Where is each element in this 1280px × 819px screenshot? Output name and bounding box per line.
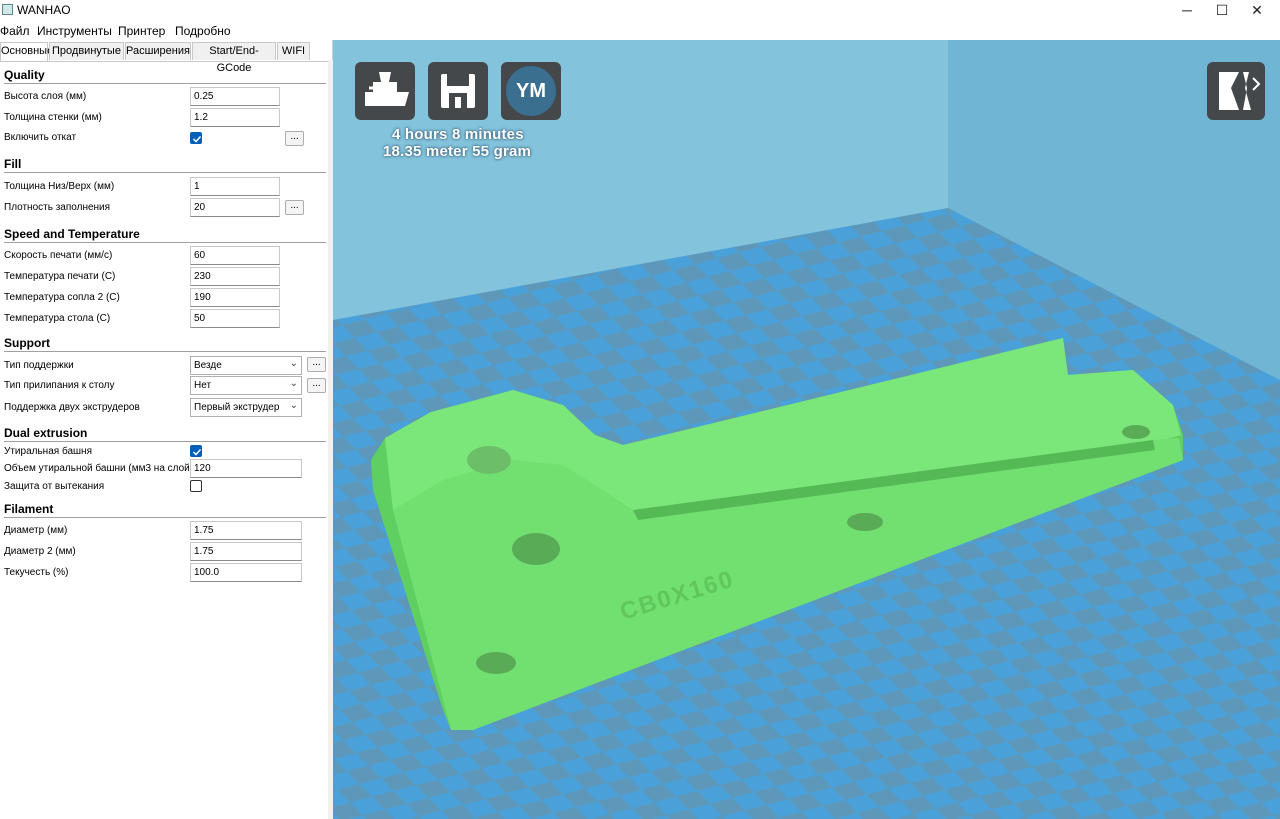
section-divider (4, 83, 326, 84)
section-quality-title: Quality (4, 68, 45, 82)
retraction-checkbox[interactable] (190, 132, 202, 144)
chevron-down-icon: ⌄ (289, 378, 298, 389)
ooze-checkbox[interactable] (190, 480, 202, 492)
bed-temp-field[interactable]: 50 (190, 309, 280, 328)
dual-support-label: Поддержка двух экструдеров (4, 402, 140, 413)
support-settings-button[interactable]: ... (307, 357, 326, 372)
bottom-top-field[interactable]: 1 (190, 177, 280, 196)
youmagine-label: YM (516, 80, 546, 102)
tab-divider (0, 61, 328, 62)
section-fill-title: Fill (4, 157, 22, 171)
save-gcode-button[interactable] (428, 62, 488, 120)
menu-tools[interactable]: Инструменты (37, 24, 112, 38)
adhesion-select[interactable]: Нет ⌄ (190, 376, 302, 395)
mount-hole (467, 446, 511, 474)
retraction-label: Включить откат (4, 132, 77, 143)
ooze-label: Защита от вытекания (4, 481, 105, 492)
menu-printer[interactable]: Принтер (118, 24, 165, 38)
screw-hole (1122, 425, 1150, 439)
view-mode-icon (1219, 72, 1261, 110)
fill-density-field[interactable]: 20 (190, 198, 280, 217)
diameter-field[interactable]: 1.75 (190, 521, 302, 540)
print-temp-label: Температура печати (С) (4, 271, 116, 282)
nozzle2-temp-label: Температура сопла 2 (С) (4, 292, 120, 303)
print-material-text: 18.35 meter 55 gram (383, 143, 532, 160)
nozzle2-temp-field[interactable]: 190 (190, 288, 280, 307)
section-support-title: Support (4, 336, 50, 350)
print-time-text: 4 hours 8 minutes (392, 126, 524, 143)
section-divider (4, 517, 326, 518)
section-dual-title: Dual extrusion (4, 426, 88, 440)
save-icon (441, 74, 475, 108)
wall-thickness-field[interactable]: 1.2 (190, 108, 280, 127)
layer-height-label: Высота слоя (мм) (4, 91, 87, 102)
section-divider (4, 242, 326, 243)
close-button[interactable]: ✕ (1234, 0, 1280, 22)
mount-hole (512, 533, 560, 565)
section-divider (4, 172, 326, 173)
menu-expert[interactable]: Подробно (175, 24, 231, 38)
section-divider (4, 351, 326, 352)
flow-field[interactable]: 100.0 (190, 563, 302, 582)
load-icon (365, 72, 409, 106)
chevron-down-icon: ⌄ (289, 358, 298, 369)
adhesion-settings-button[interactable]: ... (307, 378, 326, 393)
bed-temp-label: Температура стола (С) (4, 313, 111, 324)
menu-bar: Файл Инструменты Принтер Подробно (0, 22, 1280, 41)
title-bar: WANHAO ─ ☐ ✕ (0, 0, 1280, 22)
diameter2-field[interactable]: 1.75 (190, 542, 302, 561)
menu-file[interactable]: Файл (0, 24, 30, 38)
print-speed-field[interactable]: 60 (190, 246, 280, 265)
screw-hole (847, 513, 883, 531)
support-type-label: Тип поддержки (4, 360, 74, 371)
bottom-top-label: Толщина Низ/Верх (мм) (4, 181, 115, 192)
tab-gcode[interactable]: Start/End-GCode (192, 42, 276, 74)
youmagine-button[interactable]: YM (501, 62, 561, 120)
diameter-label: Диаметр (мм) (4, 525, 68, 536)
adhesion-value: Нет (194, 380, 212, 391)
settings-panel: Основные Продвинутые Расширения Start/En… (0, 40, 333, 819)
3d-viewport[interactable]: CB0X160 YM 4 hours 8 minutes 18.35 meter… (333, 40, 1280, 819)
tower-volume-field[interactable]: 120 (190, 459, 302, 478)
wipe-tower-checkbox[interactable] (190, 445, 202, 457)
dual-support-select[interactable]: Первый экструдер ⌄ (190, 398, 302, 417)
dual-support-value: Первый экструдер (194, 402, 280, 413)
window-title: WANHAO (17, 3, 71, 17)
view-mode-button[interactable] (1207, 62, 1265, 120)
wipe-tower-label: Утиральная башня (4, 446, 92, 457)
screw-hole (476, 652, 516, 674)
fill-settings-button[interactable]: ... (285, 200, 304, 215)
load-model-button[interactable] (355, 62, 415, 120)
tab-basic[interactable]: Основные (0, 42, 53, 61)
app-icon (2, 4, 13, 15)
adhesion-label: Тип прилипания к столу (4, 380, 115, 391)
section-filament-title: Filament (4, 502, 54, 516)
diameter2-label: Диаметр 2 (мм) (4, 546, 76, 557)
settings-tabs: Основные Продвинутые Расширения Start/En… (0, 42, 333, 74)
print-temp-field[interactable]: 230 (190, 267, 280, 286)
flow-label: Текучесть (%) (4, 567, 69, 578)
layer-height-field[interactable]: 0.25 (190, 87, 280, 106)
section-divider (4, 441, 326, 442)
retraction-settings-button[interactable]: ... (285, 131, 304, 146)
tab-plugins[interactable]: Расширения (125, 42, 191, 60)
section-speed-title: Speed and Temperature (4, 227, 140, 241)
fill-density-label: Плотность заполнения (4, 202, 111, 213)
tower-volume-label: Объем утиральной башни (мм3 на слой) (4, 463, 194, 474)
wall-thickness-label: Толщина стенки (мм) (4, 112, 102, 123)
tab-advanced[interactable]: Продвинутые (49, 42, 124, 60)
tab-wifi[interactable]: WIFI (277, 42, 310, 60)
support-type-select[interactable]: Везде ⌄ (190, 356, 302, 375)
print-speed-label: Скорость печати (мм/с) (4, 250, 113, 261)
support-type-value: Везде (194, 360, 222, 371)
chevron-down-icon: ⌄ (289, 400, 298, 411)
